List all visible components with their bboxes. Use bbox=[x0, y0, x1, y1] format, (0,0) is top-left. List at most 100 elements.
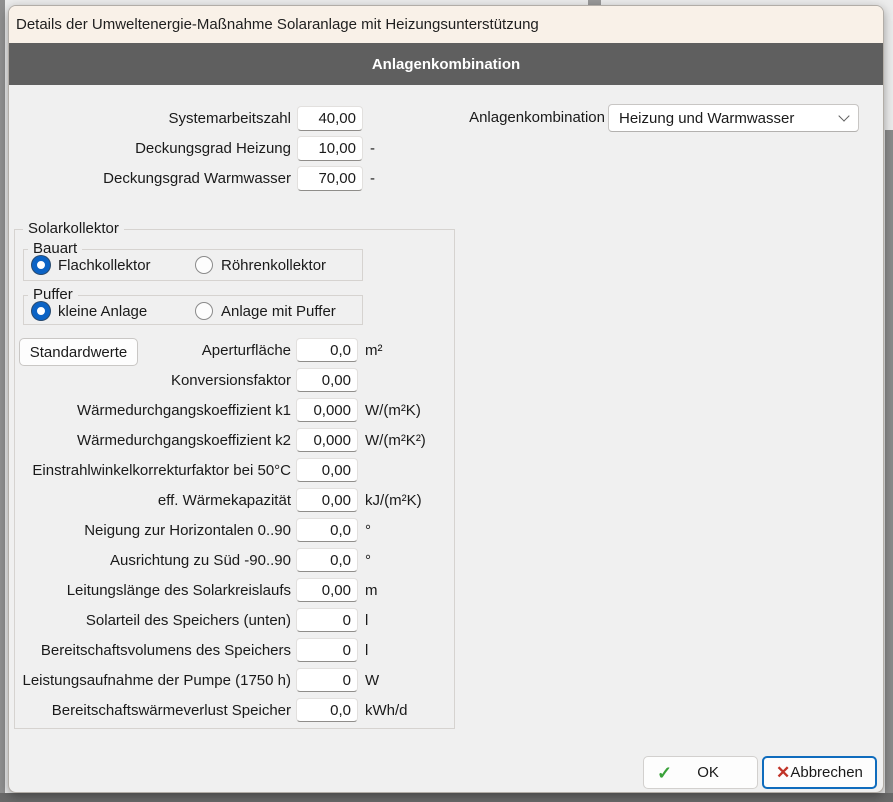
ok-button-label: OK bbox=[672, 764, 744, 781]
field-label: Bereitschaftswärmeverlust Speicher bbox=[15, 702, 291, 719]
field-row-einstrahlwinkel: Einstrahlwinkelkorrekturfaktor bei 50°C bbox=[15, 455, 454, 485]
background-left-strip bbox=[0, 0, 5, 802]
radio-unselected-icon bbox=[195, 256, 213, 274]
field-row-konversionsfaktor: Konversionsfaktor bbox=[15, 365, 454, 395]
field-row-ausrichtung: Ausrichtung zu Süd -90..90 ° bbox=[15, 545, 454, 575]
systemarbeitszahl-input[interactable] bbox=[297, 106, 363, 131]
field-unit: l bbox=[365, 642, 368, 659]
waermedurchgang-k2-input[interactable] bbox=[296, 428, 358, 452]
field-label: Leistungsaufnahme der Pumpe (1750 h) bbox=[15, 672, 291, 689]
field-row-deckungsgrad-heizung: Deckungsgrad Heizung - bbox=[9, 133, 375, 163]
field-label: Solarteil des Speichers (unten) bbox=[15, 612, 291, 629]
solarkollektor-legend: Solarkollektor bbox=[23, 220, 124, 237]
radio-label: Flachkollektor bbox=[58, 257, 151, 274]
field-unit: ° bbox=[365, 522, 371, 539]
x-icon: ✕ bbox=[776, 764, 790, 781]
chevron-down-icon bbox=[838, 110, 849, 121]
field-label: Deckungsgrad Heizung bbox=[9, 140, 291, 157]
field-unit: m bbox=[365, 582, 378, 599]
aperturflaeche-input[interactable] bbox=[296, 338, 358, 362]
anlagenkombination-label: Anlagenkombination bbox=[457, 104, 605, 132]
einstrahlwinkel-input[interactable] bbox=[296, 458, 358, 482]
puffer-radio-row: kleine Anlage Anlage mit Puffer bbox=[32, 300, 362, 322]
field-label: Aperturfläche bbox=[15, 342, 291, 359]
field-label: Wärmedurchgangskoeffizient k1 bbox=[15, 402, 291, 419]
field-unit: l bbox=[365, 612, 368, 629]
field-unit: - bbox=[370, 140, 375, 157]
dialog-title: Details der Umweltenergie-Maßnahme Solar… bbox=[16, 16, 539, 33]
field-label: Neigung zur Horizontalen 0..90 bbox=[15, 522, 291, 539]
ausrichtung-input[interactable] bbox=[296, 548, 358, 572]
section-header: Anlagenkombination bbox=[9, 43, 883, 85]
field-label: Deckungsgrad Warmwasser bbox=[9, 170, 291, 187]
field-unit: kJ/(m²K) bbox=[365, 492, 422, 509]
leitungslaenge-input[interactable] bbox=[296, 578, 358, 602]
field-label: Systemarbeitszahl bbox=[9, 110, 291, 127]
bereitschaftsvolumen-input[interactable] bbox=[296, 638, 358, 662]
field-label: Leitungslänge des Solarkreislaufs bbox=[15, 582, 291, 599]
field-label: Einstrahlwinkelkorrekturfaktor bei 50°C bbox=[15, 462, 291, 479]
radio-selected-icon bbox=[32, 302, 50, 320]
field-unit: W/(m²K) bbox=[365, 402, 421, 419]
radio-anlage-mit-puffer[interactable]: Anlage mit Puffer bbox=[195, 300, 336, 322]
field-row-solarteil-speicher: Solarteil des Speichers (unten) l bbox=[15, 605, 454, 635]
bauart-radio-row: Flachkollektor Röhrenkollektor bbox=[32, 254, 362, 276]
field-label: eff. Wärmekapazität bbox=[15, 492, 291, 509]
radio-kleine-anlage[interactable]: kleine Anlage bbox=[32, 300, 147, 322]
anlagenkombination-value: Heizung und Warmwasser bbox=[619, 110, 840, 127]
dialog-content: Systemarbeitszahl Deckungsgrad Heizung -… bbox=[9, 85, 883, 793]
radio-unselected-icon bbox=[195, 302, 213, 320]
field-row-waermekapazitaet: eff. Wärmekapazität kJ/(m²K) bbox=[15, 485, 454, 515]
field-label: Bereitschaftsvolumens des Speichers bbox=[15, 642, 291, 659]
field-row-waermeverlust: Bereitschaftswärmeverlust Speicher kWh/d bbox=[15, 695, 454, 725]
radio-roehrenkollektor[interactable]: Röhrenkollektor bbox=[195, 254, 326, 276]
field-row-deckungsgrad-warmwasser: Deckungsgrad Warmwasser - bbox=[9, 163, 375, 193]
field-label: Wärmedurchgangskoeffizient k2 bbox=[15, 432, 291, 449]
ok-button[interactable]: ✓ OK bbox=[643, 756, 758, 789]
waermeverlust-input[interactable] bbox=[296, 698, 358, 722]
konversionsfaktor-input[interactable] bbox=[296, 368, 358, 392]
field-unit: m² bbox=[365, 342, 383, 359]
radio-label: Röhrenkollektor bbox=[221, 257, 326, 274]
dialog-window: Details der Umweltenergie-Maßnahme Solar… bbox=[8, 5, 884, 793]
pumpenleistung-input[interactable] bbox=[296, 668, 358, 692]
background-bottom-strip bbox=[0, 793, 893, 802]
field-unit: - bbox=[370, 170, 375, 187]
neigung-input[interactable] bbox=[296, 518, 358, 542]
puffer-groupbox: Puffer kleine Anlage Anlage mit Puffer bbox=[23, 295, 363, 325]
anlagenkombination-select[interactable]: Heizung und Warmwasser bbox=[608, 104, 859, 132]
field-label: Ausrichtung zu Süd -90..90 bbox=[15, 552, 291, 569]
field-unit: kWh/d bbox=[365, 702, 408, 719]
radio-label: Anlage mit Puffer bbox=[221, 303, 336, 320]
field-row-leitungslaenge: Leitungslänge des Solarkreislaufs m bbox=[15, 575, 454, 605]
field-row-aperturflaeche: Aperturfläche m² bbox=[15, 335, 454, 365]
field-row-pumpenleistung: Leistungsaufnahme der Pumpe (1750 h) W bbox=[15, 665, 454, 695]
field-unit: ° bbox=[365, 552, 371, 569]
abbrechen-button[interactable]: ✕ Abbrechen bbox=[762, 756, 877, 789]
radio-selected-icon bbox=[32, 256, 50, 274]
solar-param-form: Aperturfläche m² Konversionsfaktor Wärme… bbox=[15, 335, 454, 725]
waermekapazitaet-input[interactable] bbox=[296, 488, 358, 512]
solarteil-speicher-input[interactable] bbox=[296, 608, 358, 632]
abbrechen-button-label: Abbrechen bbox=[790, 764, 863, 781]
field-row-k1: Wärmedurchgangskoeffizient k1 W/(m²K) bbox=[15, 395, 454, 425]
deckungsgrad-warmwasser-input[interactable] bbox=[297, 166, 363, 191]
field-row-systemarbeitszahl: Systemarbeitszahl bbox=[9, 103, 375, 133]
top-form: Systemarbeitszahl Deckungsgrad Heizung -… bbox=[9, 103, 375, 193]
waermedurchgang-k1-input[interactable] bbox=[296, 398, 358, 422]
field-unit: W/(m²K²) bbox=[365, 432, 426, 449]
background-right-strip bbox=[885, 130, 893, 802]
radio-flachkollektor[interactable]: Flachkollektor bbox=[32, 254, 151, 276]
solarkollektor-groupbox: Solarkollektor Bauart Flachkollektor Röh… bbox=[14, 229, 455, 729]
field-unit: W bbox=[365, 672, 379, 689]
dialog-titlebar: Details der Umweltenergie-Maßnahme Solar… bbox=[9, 6, 883, 43]
section-header-title: Anlagenkombination bbox=[372, 56, 520, 73]
field-label: Konversionsfaktor bbox=[15, 372, 291, 389]
radio-label: kleine Anlage bbox=[58, 303, 147, 320]
bauart-groupbox: Bauart Flachkollektor Röhrenkollektor bbox=[23, 249, 363, 281]
field-row-neigung: Neigung zur Horizontalen 0..90 ° bbox=[15, 515, 454, 545]
deckungsgrad-heizung-input[interactable] bbox=[297, 136, 363, 161]
field-row-k2: Wärmedurchgangskoeffizient k2 W/(m²K²) bbox=[15, 425, 454, 455]
check-icon: ✓ bbox=[657, 764, 672, 782]
field-row-bereitschaftsvolumen: Bereitschaftsvolumens des Speichers l bbox=[15, 635, 454, 665]
